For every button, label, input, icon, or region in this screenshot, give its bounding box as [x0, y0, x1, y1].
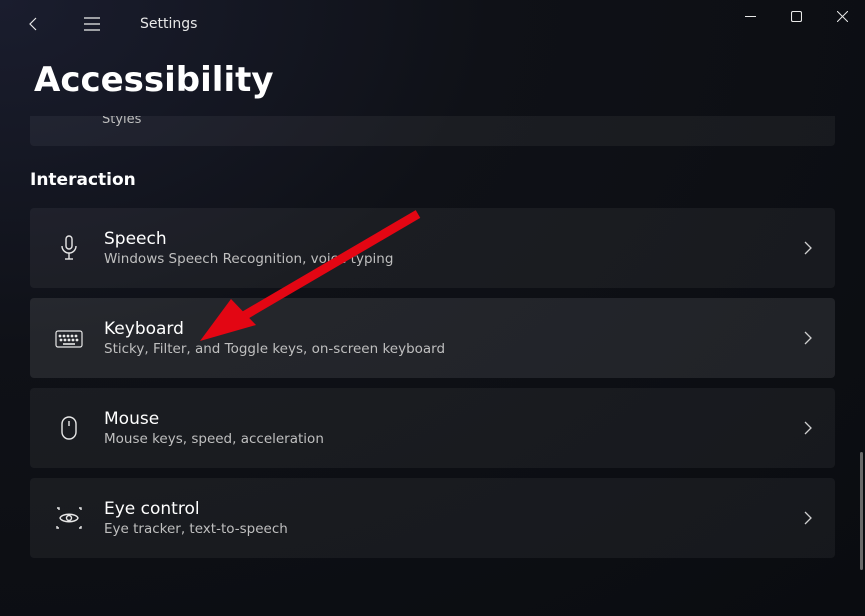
card-title: Speech — [104, 229, 804, 249]
back-button[interactable] — [14, 4, 54, 44]
card-title: Eye control — [104, 499, 804, 519]
mouse-icon — [52, 415, 86, 441]
eye-control-icon — [52, 507, 86, 529]
chevron-right-icon — [804, 421, 813, 435]
card-subtitle: Sticky, Filter, and Toggle keys, on-scre… — [104, 341, 804, 357]
card-subtitle: Mouse keys, speed, acceleration — [104, 431, 804, 447]
section-heading-interaction: Interaction — [30, 170, 835, 190]
chevron-right-icon — [804, 331, 813, 345]
card-mouse[interactable]: Mouse Mouse keys, speed, acceleration — [30, 388, 835, 468]
page-title: Accessibility — [34, 60, 865, 100]
card-speech[interactable]: Speech Windows Speech Recognition, voice… — [30, 208, 835, 288]
card-subtitle: Styles — [102, 116, 141, 127]
titlebar: Settings — [0, 0, 865, 48]
close-button[interactable] — [819, 0, 865, 32]
card-title: Keyboard — [104, 319, 804, 339]
card-eye-control[interactable]: Eye control Eye tracker, text-to-speech — [30, 478, 835, 558]
chevron-right-icon — [804, 241, 813, 255]
content-area: Styles Interaction Speech Windows Speech… — [0, 116, 865, 558]
card-keyboard[interactable]: Keyboard Sticky, Filter, and Toggle keys… — [30, 298, 835, 378]
scrollbar-thumb[interactable] — [860, 452, 863, 570]
microphone-icon — [52, 235, 86, 261]
chevron-right-icon — [804, 511, 813, 525]
minimize-button[interactable] — [727, 0, 773, 32]
hamburger-menu-button[interactable] — [72, 4, 112, 44]
partial-card-captions[interactable]: Styles — [30, 116, 835, 146]
maximize-button[interactable] — [773, 0, 819, 32]
app-title: Settings — [140, 16, 197, 32]
card-subtitle: Windows Speech Recognition, voice typing — [104, 251, 804, 267]
keyboard-icon — [52, 328, 86, 348]
card-subtitle: Eye tracker, text-to-speech — [104, 521, 804, 537]
card-title: Mouse — [104, 409, 804, 429]
